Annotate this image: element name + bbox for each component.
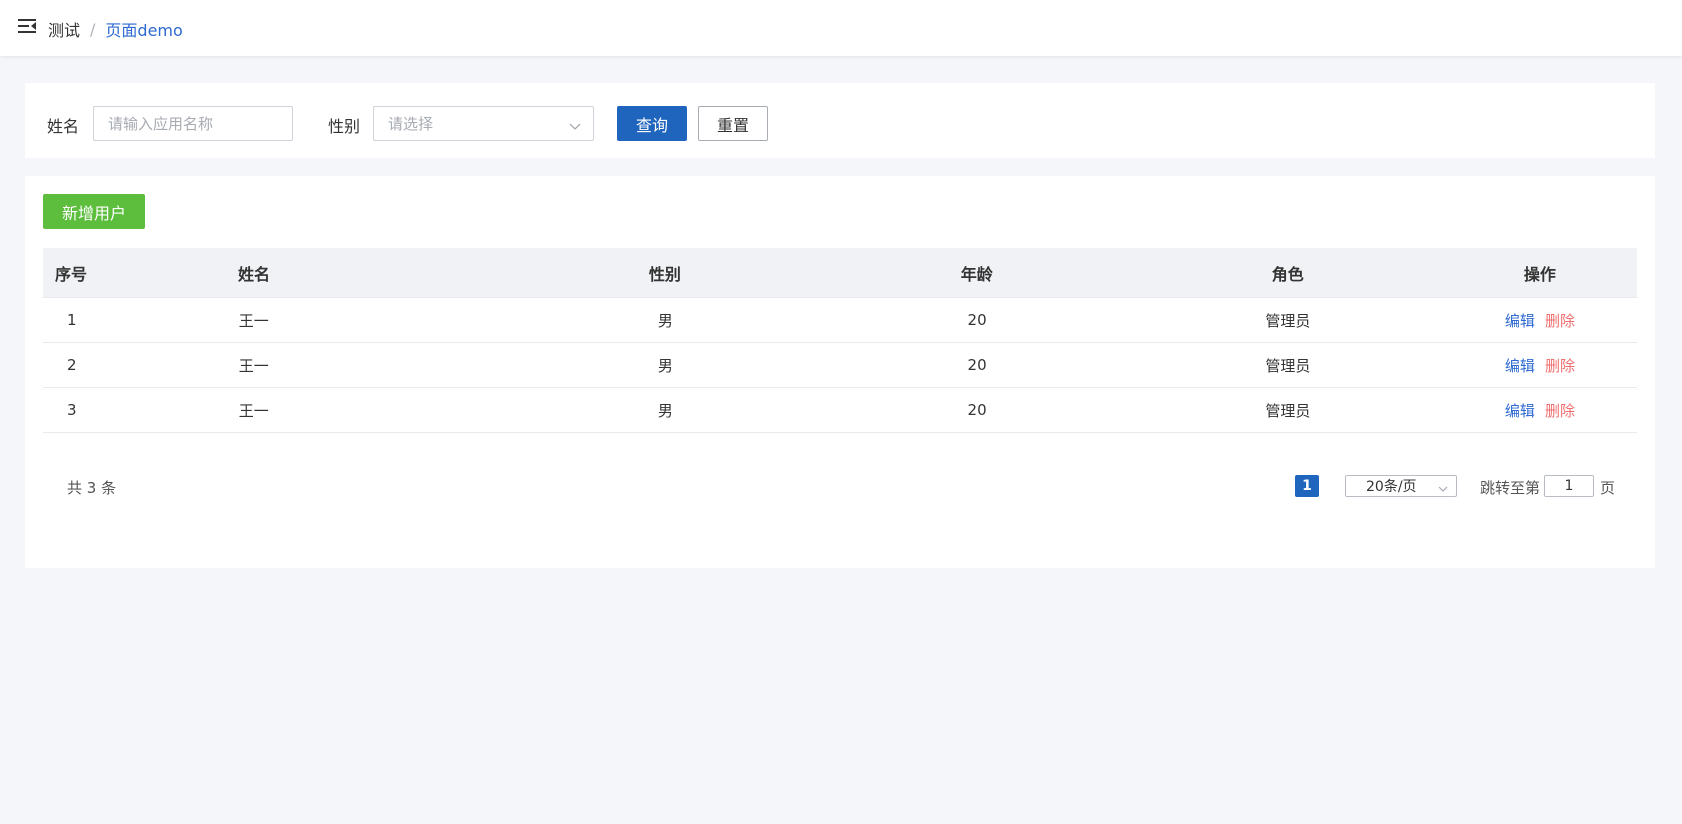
user-table: 序号 姓名 性别 年龄 角色 操作 1 王一 男 20 管理员 编辑 删除 2 … (43, 248, 1637, 433)
menu-fold-icon[interactable] (18, 18, 37, 34)
edit-link[interactable]: 编辑 (1505, 310, 1535, 331)
jump-suffix-label: 页 (1600, 479, 1616, 497)
cell-gender: 男 (657, 401, 673, 420)
cell-age: 20 (967, 311, 987, 329)
cell-role: 管理员 (1265, 311, 1311, 330)
table-row: 2 王一 男 20 管理员 编辑 删除 (43, 343, 1637, 388)
column-header-age: 年龄 (960, 264, 993, 284)
column-header-actions: 操作 (1523, 264, 1556, 284)
page-number-current[interactable]: 1 (1295, 475, 1319, 497)
delete-link[interactable]: 删除 (1545, 310, 1575, 331)
column-header-gender: 性别 (648, 264, 681, 284)
cell-index: 2 (67, 356, 77, 374)
breadcrumb-separator: / (90, 19, 96, 39)
table-row: 3 王一 男 20 管理员 编辑 删除 (43, 388, 1637, 433)
pagination-total: 共 3 条 (67, 479, 117, 497)
column-header-name: 姓名 (238, 264, 271, 284)
cell-name: 王一 (238, 356, 269, 375)
breadcrumb-item-test[interactable]: 测试 (48, 17, 80, 41)
search-panel: 姓名 性别 请选择 查询 重置 (25, 83, 1655, 158)
gender-label: 性别 (328, 117, 361, 136)
column-header-role: 角色 (1271, 264, 1304, 284)
table-header: 序号 姓名 性别 年龄 角色 操作 (43, 248, 1637, 298)
cell-index: 1 (67, 311, 77, 329)
page-size-select[interactable]: 20条/页 (1345, 475, 1457, 497)
edit-link[interactable]: 编辑 (1505, 400, 1535, 421)
cell-age: 20 (967, 401, 987, 419)
edit-link[interactable]: 编辑 (1505, 355, 1535, 376)
name-search-input[interactable] (93, 106, 293, 141)
breadcrumb: 测试 / 页面demo (48, 17, 183, 41)
add-user-button[interactable]: 新增用户 (43, 194, 145, 229)
cell-name: 王一 (238, 311, 269, 330)
query-button[interactable]: 查询 (617, 106, 687, 141)
cell-role: 管理员 (1265, 401, 1311, 420)
cell-age: 20 (967, 356, 987, 374)
cell-gender: 男 (657, 311, 673, 330)
cell-index: 3 (67, 401, 77, 419)
top-header: 测试 / 页面demo (0, 0, 1682, 56)
table-panel: 新增用户 序号 姓名 性别 年龄 角色 操作 1 王一 男 20 管理员 编辑 … (25, 176, 1655, 568)
cell-actions: 编辑 删除 (1443, 343, 1637, 387)
cell-actions: 编辑 删除 (1443, 388, 1637, 432)
delete-link[interactable]: 删除 (1545, 400, 1575, 421)
jump-page-input[interactable] (1544, 475, 1594, 497)
chevron-down-icon (1438, 482, 1448, 492)
chevron-down-icon (569, 118, 581, 130)
page-size-value: 20条/页 (1366, 479, 1417, 495)
cell-gender: 男 (657, 356, 673, 375)
cell-name: 王一 (238, 401, 269, 420)
gender-select[interactable]: 请选择 (373, 106, 594, 141)
reset-button[interactable]: 重置 (698, 106, 768, 141)
cell-role: 管理员 (1265, 356, 1311, 375)
cell-actions: 编辑 删除 (1443, 298, 1637, 342)
gender-select-placeholder: 请选择 (388, 115, 434, 133)
jump-prefix-label: 跳转至第 (1480, 479, 1541, 497)
table-row: 1 王一 男 20 管理员 编辑 删除 (43, 298, 1637, 343)
breadcrumb-current: 页面demo (105, 21, 183, 40)
delete-link[interactable]: 删除 (1545, 355, 1575, 376)
column-header-index: 序号 (55, 264, 88, 284)
name-label: 姓名 (47, 117, 80, 136)
